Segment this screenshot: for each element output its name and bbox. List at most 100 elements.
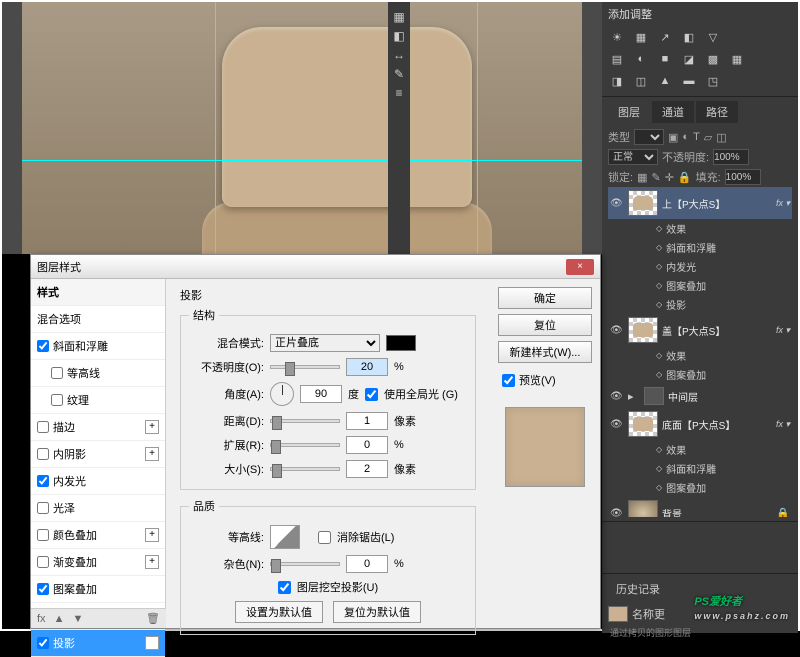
ok-button[interactable]: 确定 — [498, 287, 592, 309]
style-inner-shadow[interactable]: 内阴影+ — [31, 441, 165, 468]
adjust-invert-icon[interactable]: ◨ — [608, 73, 626, 89]
style-stroke[interactable]: 描边+ — [31, 414, 165, 441]
layer-name[interactable]: 背景 — [662, 506, 772, 518]
adjust-brightness-icon[interactable]: ☀ — [608, 29, 626, 45]
arrow-down-icon[interactable]: ▼ — [72, 613, 83, 625]
add-icon[interactable]: + — [145, 447, 159, 461]
layer-row[interactable]: 👁 上【P大点S】 fx ▾ — [608, 187, 792, 219]
style-checkbox[interactable] — [37, 448, 49, 460]
angle-input[interactable] — [300, 385, 342, 403]
lock-icon[interactable]: 🔒 — [678, 171, 692, 184]
tab-paths[interactable]: 路径 — [696, 101, 738, 123]
tool-icon[interactable]: ▦ — [391, 10, 407, 26]
layer-row[interactable]: 👁 背景 🔒 — [608, 497, 792, 517]
tool-icon[interactable]: ↔ — [391, 48, 407, 64]
style-checkbox[interactable] — [37, 421, 49, 433]
styles-header[interactable]: 样式 — [31, 279, 165, 306]
style-blend-options[interactable]: 混合选项 — [31, 306, 165, 333]
lock-icon[interactable]: ✛ — [665, 171, 674, 184]
adjust-bw-icon[interactable]: ■ — [656, 51, 674, 67]
dialog-titlebar[interactable]: 图层样式 × — [31, 255, 600, 279]
history-thumb[interactable] — [608, 606, 628, 622]
canvas[interactable] — [22, 2, 582, 254]
arrow-up-icon[interactable]: ▲ — [54, 613, 65, 625]
antialias-checkbox[interactable] — [318, 531, 331, 544]
adjust-threshold-icon[interactable]: ▲ — [656, 73, 674, 89]
layer-row[interactable]: 👁 底面【P大点S】 fx ▾ — [608, 408, 792, 440]
fx-badge[interactable]: fx ▾ — [776, 198, 790, 209]
adjust-gradient-icon[interactable]: ▬ — [680, 73, 698, 89]
effect-item[interactable]: 图案叠加 — [608, 478, 792, 497]
style-satin[interactable]: 光泽 — [31, 495, 165, 522]
filter-icon[interactable]: ▣ — [668, 131, 678, 144]
adjust-curves-icon[interactable]: ↗ — [656, 29, 674, 45]
close-button[interactable]: × — [566, 259, 594, 275]
history-item[interactable]: 名称更 — [632, 606, 665, 622]
opacity-input[interactable] — [346, 358, 388, 376]
style-bevel[interactable]: 斜面和浮雕 — [31, 333, 165, 360]
adjust-exposure-icon[interactable]: ◧ — [680, 29, 698, 45]
spread-slider[interactable] — [270, 443, 340, 447]
guide-horizontal[interactable] — [22, 160, 582, 161]
effect-item[interactable]: 内发光 — [608, 257, 792, 276]
fill-input[interactable] — [725, 169, 761, 185]
lock-icon[interactable]: ▦ — [637, 171, 647, 184]
size-slider[interactable] — [270, 467, 340, 471]
adjust-photo-icon[interactable]: ◪ — [680, 51, 698, 67]
visibility-icon[interactable]: 👁 — [610, 419, 624, 430]
layer-name[interactable]: 盖【P大点S】 — [662, 323, 772, 338]
adjust-vibrance-icon[interactable]: ▽ — [704, 29, 722, 45]
style-contour[interactable]: 等高线 — [31, 360, 165, 387]
opacity-slider[interactable]: .slider::after{left:var(--pos,0)} — [270, 365, 340, 369]
adjust-balance-icon[interactable]: ◐ — [632, 51, 650, 67]
noise-input[interactable] — [346, 555, 388, 573]
style-checkbox[interactable] — [51, 367, 63, 379]
layer-name[interactable]: 中间层 — [668, 389, 790, 404]
style-texture[interactable]: 纹理 — [31, 387, 165, 414]
size-input[interactable] — [346, 460, 388, 478]
knockout-checkbox[interactable] — [278, 581, 291, 594]
effect-item[interactable]: 效果 — [608, 219, 792, 238]
effect-item[interactable]: 图案叠加 — [608, 276, 792, 295]
layer-row[interactable]: 👁 盖【P大点S】 fx ▾ — [608, 314, 792, 346]
visibility-icon[interactable]: 👁 — [610, 391, 624, 402]
tool-icon[interactable]: ✎ — [391, 67, 407, 83]
style-checkbox[interactable] — [37, 637, 49, 649]
visibility-icon[interactable]: 👁 — [610, 325, 624, 336]
effect-item[interactable]: 投影 — [608, 295, 792, 314]
fx-badge[interactable]: fx ▾ — [776, 419, 790, 430]
layer-name[interactable]: 上【P大点S】 — [662, 196, 772, 211]
style-checkbox[interactable] — [37, 529, 49, 541]
reset-default-button[interactable]: 复位为默认值 — [333, 601, 421, 623]
adjust-lookup-icon[interactable]: ▦ — [728, 51, 746, 67]
visibility-icon[interactable]: 👁 — [610, 198, 624, 209]
fx-icon[interactable]: fx — [37, 613, 46, 625]
preview-checkbox[interactable] — [502, 374, 515, 387]
effect-item[interactable]: 斜面和浮雕 — [608, 459, 792, 478]
distance-slider[interactable] — [270, 419, 340, 423]
visibility-icon[interactable]: 👁 — [610, 508, 624, 518]
adjust-mixer-icon[interactable]: ▩ — [704, 51, 722, 67]
folder-arrow-icon[interactable]: ▸ — [628, 390, 640, 403]
style-checkbox[interactable] — [51, 394, 63, 406]
style-pattern-overlay[interactable]: 图案叠加 — [31, 576, 165, 603]
effect-item[interactable]: 效果 — [608, 440, 792, 459]
opacity-input[interactable] — [713, 149, 749, 165]
contour-picker[interactable] — [270, 525, 300, 549]
trash-icon[interactable]: 🗑 — [146, 612, 160, 625]
style-checkbox[interactable] — [37, 340, 49, 352]
adjust-selective-icon[interactable]: ◳ — [704, 73, 722, 89]
distance-input[interactable] — [346, 412, 388, 430]
new-style-button[interactable]: 新建样式(W)... — [498, 341, 592, 363]
style-checkbox[interactable] — [37, 556, 49, 568]
layer-thumb[interactable] — [628, 190, 658, 216]
filter-icon[interactable]: ◫ — [716, 131, 726, 144]
global-light-checkbox[interactable] — [365, 388, 378, 401]
effect-item[interactable]: 斜面和浮雕 — [608, 238, 792, 257]
effect-item[interactable]: 图案叠加 — [608, 365, 792, 384]
style-checkbox[interactable] — [37, 583, 49, 595]
tool-icon[interactable]: ◧ — [391, 29, 407, 45]
filter-icon[interactable]: T — [693, 131, 700, 143]
lock-icon[interactable]: ✎ — [651, 171, 660, 184]
layer-name[interactable]: 底面【P大点S】 — [662, 417, 772, 432]
